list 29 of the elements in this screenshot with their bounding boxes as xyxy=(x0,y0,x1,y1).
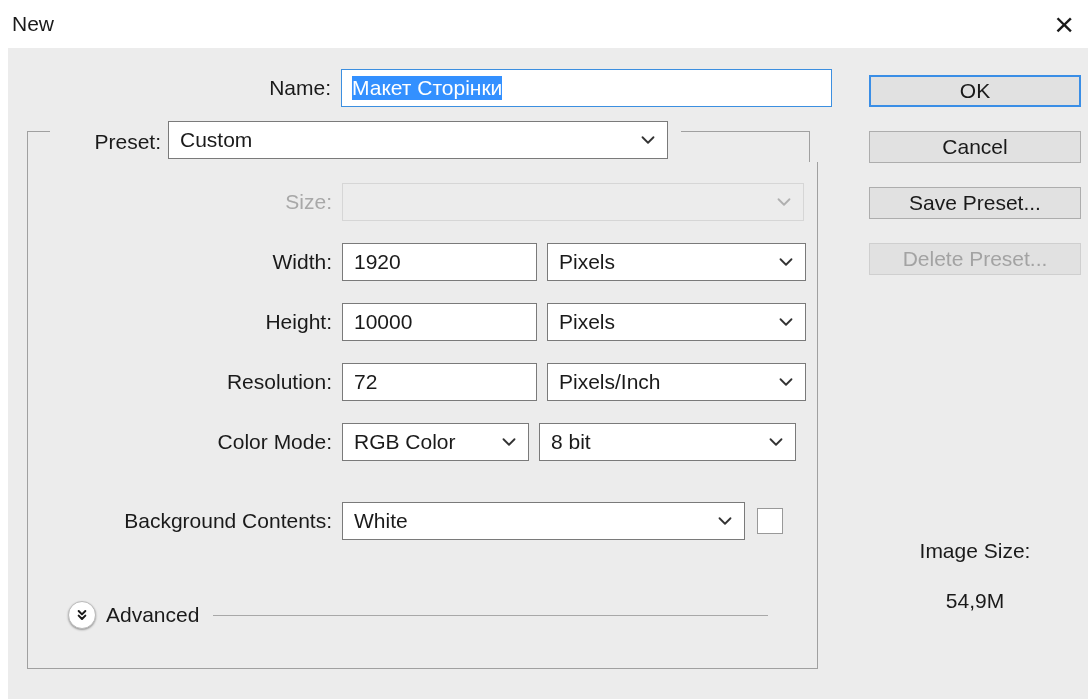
image-size-label: Image Size: xyxy=(919,539,1031,563)
input-field[interactable]: 72 xyxy=(342,363,537,401)
dialog-button[interactable]: Cancel xyxy=(869,131,1081,163)
section-label: Advanced xyxy=(106,603,200,627)
dropdown-field[interactable]: Pixels xyxy=(547,303,806,341)
dropdown-field[interactable] xyxy=(342,183,804,221)
color-swatch[interactable] xyxy=(757,508,783,534)
field-label: Preset: xyxy=(93,129,162,154)
dropdown-field[interactable]: Pixels xyxy=(547,243,806,281)
close-button[interactable]: × xyxy=(1054,7,1074,41)
field-label: Color Mode: xyxy=(216,430,332,454)
field-label: Height: xyxy=(264,310,332,334)
dropdown-field[interactable]: RGB Color xyxy=(342,423,529,461)
window-title: New xyxy=(12,12,54,36)
input-field[interactable]: 10000 xyxy=(342,303,537,341)
field-label: Width: xyxy=(271,250,332,274)
field-label: Background Contents: xyxy=(123,509,332,533)
field-label: Name: xyxy=(268,76,331,100)
input-field[interactable]: 1920 xyxy=(342,243,537,281)
dialog-button[interactable]: Save Preset... xyxy=(869,187,1081,219)
image-size-value: 54,9M xyxy=(945,589,1005,613)
preset-dropdown[interactable]: Custom xyxy=(168,121,668,159)
expand-button[interactable] xyxy=(68,601,96,629)
dialog-button[interactable]: OK xyxy=(869,75,1081,107)
dropdown-field[interactable]: White xyxy=(342,502,745,540)
field-label: Resolution: xyxy=(225,370,332,394)
dropdown-field[interactable]: Pixels/Inch xyxy=(547,363,806,401)
dropdown-field[interactable]: 8 bit xyxy=(539,423,796,461)
field-label: Size: xyxy=(284,190,332,214)
